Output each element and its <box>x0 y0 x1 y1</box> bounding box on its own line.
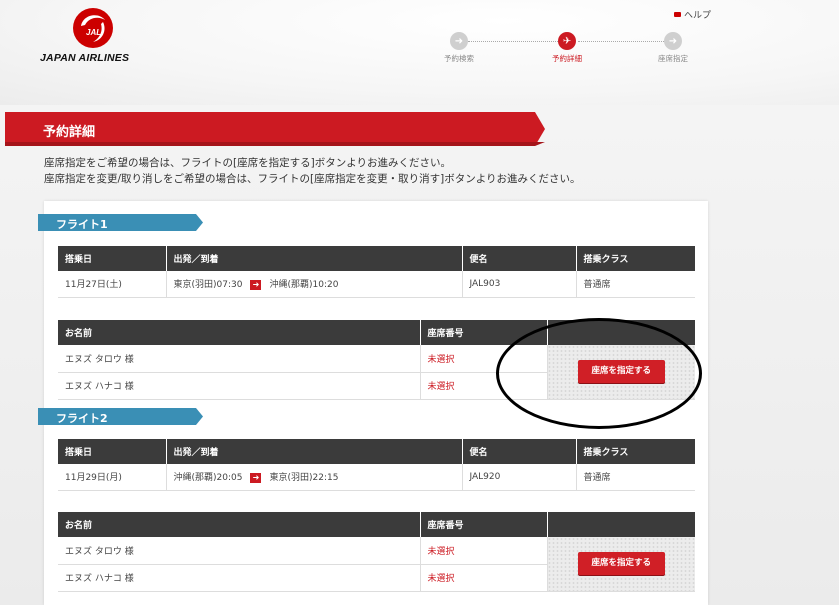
arrival: 沖縄(那覇)10:20 <box>269 280 339 291</box>
jal-logo[interactable]: JAL JAPAN AIRLINES <box>40 8 150 68</box>
page-header: JAL JAPAN AIRLINES ヘルプ ➜ 予約検索 ✈ 予約詳細 ➜ 座… <box>0 0 839 105</box>
col-name: お名前 <box>58 512 421 537</box>
arrow-right-icon: ➜ <box>250 279 262 290</box>
flight-table-1: 搭乗日 出発／到着 便名 搭乗クラス 11月27日(土) 東京(羽田)07:30… <box>58 246 695 298</box>
col-date: 搭乗日 <box>58 439 167 464</box>
help-icon <box>674 12 681 17</box>
col-flight-no: 便名 <box>462 439 577 464</box>
seat-action-cell: 座席を指定する <box>547 345 695 400</box>
col-date: 搭乗日 <box>58 246 167 271</box>
passenger-table-1: お名前 座席番号 エヌズ タロウ 様 未選択 座席を指定する エヌズ ハナコ 様… <box>58 320 695 400</box>
select-seat-button[interactable]: 座席を指定する <box>577 552 665 576</box>
flight-tab-1: フライト1 <box>38 214 203 231</box>
flight-number: JAL903 <box>462 271 577 298</box>
passenger-name: エヌズ ハナコ 様 <box>58 372 421 400</box>
flight-class: 普通席 <box>576 271 695 298</box>
seat-status: 未選択 <box>420 372 548 400</box>
step-seat: ➜ 座席指定 <box>638 32 708 64</box>
intro-line: 座席指定を変更/取り消しをご希望の場合は、フライトの[座席指定を変更・取り消す]… <box>44 173 581 185</box>
departure: 東京(羽田)07:30 <box>173 280 243 291</box>
col-name: お名前 <box>58 320 421 345</box>
help-link[interactable]: ヘルプ <box>674 8 711 21</box>
col-class: 搭乗クラス <box>576 439 695 464</box>
col-seat: 座席番号 <box>420 512 548 537</box>
col-seat: 座席番号 <box>420 320 548 345</box>
logo-text: JAPAN AIRLINES <box>40 52 130 64</box>
step-search: ➜ 予約検索 <box>424 32 494 64</box>
progress-steps: ➜ 予約検索 ✈ 予約詳細 ➜ 座席指定 <box>430 32 710 64</box>
step-label: 座席指定 <box>658 54 688 63</box>
flight-route: 東京(羽田)07:30 ➜ 沖縄(那覇)10:20 <box>166 271 463 298</box>
arrival: 東京(羽田)22:15 <box>269 473 339 484</box>
flight-tab-label: フライト1 <box>56 218 108 231</box>
seat-status: 未選択 <box>420 345 548 373</box>
passenger-table-2: お名前 座席番号 エヌズ タロウ 様 未選択 座席を指定する エヌズ ハナコ 様… <box>58 512 695 592</box>
step-plane-icon: ✈ <box>558 32 576 50</box>
passenger-name: エヌズ タロウ 様 <box>58 345 421 373</box>
step-details: ✈ 予約詳細 <box>532 32 602 64</box>
table-row: エヌズ タロウ 様 未選択 座席を指定する <box>58 537 695 592</box>
flight-tab-label: フライト2 <box>56 412 108 425</box>
flight-tab-2: フライト2 <box>38 408 203 425</box>
intro-line: 座席指定をご希望の場合は、フライトの[座席を指定する]ボタンよりお進みください。 <box>44 157 451 169</box>
page-title-band: 予約詳細 <box>5 112 545 146</box>
seat-status: 未選択 <box>420 537 548 565</box>
arrow-right-icon: ➜ <box>250 472 262 483</box>
table-row: エヌズ タロウ 様 未選択 座席を指定する <box>58 345 695 400</box>
table-row: 11月29日(月) 沖縄(那覇)20:05 ➜ 東京(羽田)22:15 JAL920… <box>58 464 695 491</box>
step-arrow-icon: ➜ <box>450 32 468 50</box>
col-class: 搭乗クラス <box>576 246 695 271</box>
flight-table-2: 搭乗日 出発／到着 便名 搭乗クラス 11月29日(月) 沖縄(那覇)20:05… <box>58 439 695 491</box>
step-label: 予約詳細 <box>552 54 582 63</box>
crane-logo-icon: JAL <box>73 8 113 48</box>
col-route: 出発／到着 <box>166 439 463 464</box>
flight-date: 11月27日(土) <box>58 271 167 298</box>
passenger-name: エヌズ タロウ 様 <box>58 537 421 565</box>
flight-number: JAL920 <box>462 464 577 491</box>
logo-mark-text: JAL <box>86 28 101 37</box>
departure: 沖縄(那覇)20:05 <box>173 473 243 484</box>
step-label: 予約検索 <box>444 54 474 63</box>
select-seat-button[interactable]: 座席を指定する <box>577 360 665 384</box>
col-action <box>547 320 695 345</box>
flight-route: 沖縄(那覇)20:05 ➜ 東京(羽田)22:15 <box>166 464 463 491</box>
col-route: 出発／到着 <box>166 246 463 271</box>
flight-date: 11月29日(月) <box>58 464 167 491</box>
flight-class: 普通席 <box>576 464 695 491</box>
passenger-name: エヌズ ハナコ 様 <box>58 564 421 592</box>
table-row: 11月27日(土) 東京(羽田)07:30 ➜ 沖縄(那覇)10:20 JAL903… <box>58 271 695 298</box>
step-arrow-icon: ➜ <box>664 32 682 50</box>
help-label: ヘルプ <box>684 11 712 21</box>
page-title: 予約詳細 <box>43 125 96 140</box>
col-flight-no: 便名 <box>462 246 577 271</box>
seat-action-cell: 座席を指定する <box>547 537 695 592</box>
intro-text: 座席指定をご希望の場合は、フライトの[座席を指定する]ボタンよりお進みください。… <box>44 155 581 187</box>
seat-status: 未選択 <box>420 564 548 592</box>
col-action <box>547 512 695 537</box>
